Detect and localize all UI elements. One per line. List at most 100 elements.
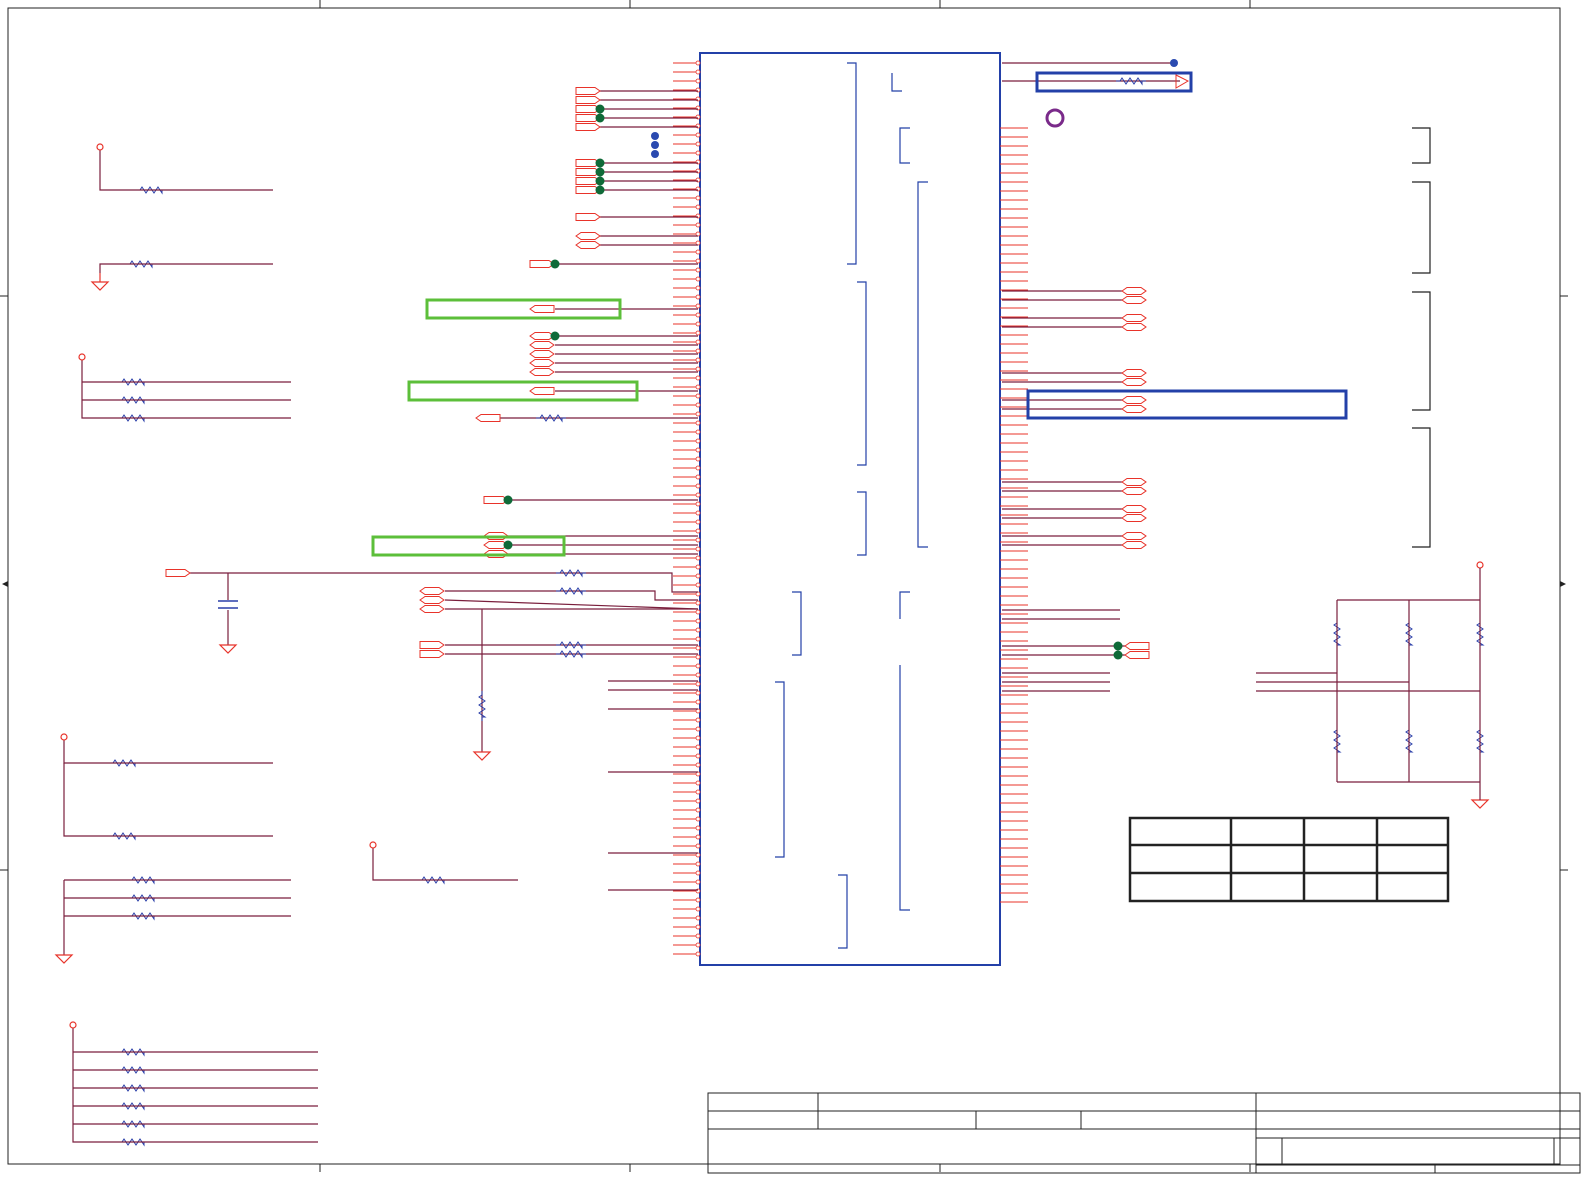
- bidir-connector: [1121, 396, 1147, 404]
- bidir-connector: [575, 232, 601, 240]
- ic-pin-left-node: [695, 663, 701, 669]
- bidir-connector: [529, 332, 555, 340]
- ic-pin-left-node: [695, 807, 701, 813]
- right-bus-brackets: [1412, 127, 1431, 548]
- frame-center-marks: [2, 581, 1566, 587]
- ic-pin-left-node: [695, 825, 701, 831]
- junction-dot: [1113, 641, 1123, 651]
- bidir-connector: [1121, 323, 1147, 331]
- ic-pin-left-node: [695, 546, 701, 552]
- bidir-connector: [529, 350, 555, 358]
- offpage-connector: [475, 414, 501, 422]
- bidir-connector: [1121, 314, 1147, 322]
- ic-pin-left-node: [695, 384, 701, 390]
- ic-pin-left-node: [695, 132, 701, 138]
- ic-pin-left-node: [695, 582, 701, 588]
- ic-pin-left-node: [695, 303, 701, 309]
- ic-pin-left-node: [695, 429, 701, 435]
- schematic-sheet: [0, 0, 1589, 1180]
- ic-pin-left-node: [695, 492, 701, 498]
- junction-dot: [595, 104, 605, 114]
- right-offpage-connectors: [1121, 287, 1150, 659]
- junction-dot: [550, 259, 560, 269]
- bidir-connector: [1121, 369, 1147, 377]
- ic-pin-left-node: [695, 366, 701, 372]
- title-block: [707, 1092, 1581, 1174]
- offpage-connector: [529, 305, 555, 313]
- offpage-connector: [529, 387, 555, 395]
- bidir-connector: [1121, 287, 1147, 295]
- capacitor: [218, 600, 238, 609]
- ic-pin-left-node: [695, 222, 701, 228]
- ic-pin-left-node: [695, 915, 701, 921]
- ic-pin-left-node: [695, 456, 701, 462]
- ic-pin-left-node: [695, 879, 701, 885]
- power-rail-nodes: [60, 143, 1484, 1029]
- ic-pin-left-node: [695, 348, 701, 354]
- offpage-connector: [575, 96, 601, 104]
- resistors-horizontal: [109, 77, 1146, 1147]
- ic-pin-left-node: [695, 681, 701, 687]
- ic-pin-left-node: [695, 735, 701, 741]
- right-nets: [1002, 62, 1180, 692]
- ic-pin-left-node: [695, 726, 701, 732]
- ic-pin-left-node: [695, 537, 701, 543]
- bidir-connector: [1121, 487, 1147, 495]
- ic-pin-left-node: [695, 861, 701, 867]
- offpage-connector: [1124, 651, 1150, 659]
- bidir-connector: [1121, 405, 1147, 413]
- ic-pin-left-node: [695, 267, 701, 273]
- highlight-box-5[interactable]: [1026, 389, 1348, 420]
- ic-pin-left-node: [695, 951, 701, 957]
- ic-pin-left-node: [695, 897, 701, 903]
- highlight-box-4[interactable]: [1035, 71, 1193, 93]
- ic-pin-left-node: [695, 942, 701, 948]
- ic-pin-left-node: [695, 276, 701, 282]
- resistor-network: [1256, 568, 1481, 800]
- ic-pin-left-node: [695, 834, 701, 840]
- ic-pin-left-node: [695, 447, 701, 453]
- junction-dot: [550, 331, 560, 341]
- offpage-connector: [165, 569, 191, 577]
- ic-pin-left-node: [695, 195, 701, 201]
- ic-pin-left-node: [695, 654, 701, 660]
- ic-pin-left-node: [695, 555, 701, 561]
- junction-dot: [595, 176, 605, 186]
- bidir-connector: [419, 587, 445, 595]
- ic-pin-left-node: [695, 789, 701, 795]
- ic-pin-left-node: [695, 573, 701, 579]
- ic-pin-left-node: [695, 141, 701, 147]
- ic-pin-left-node: [695, 564, 701, 570]
- ic-pin-left-node: [695, 393, 701, 399]
- offpage-connector: [529, 260, 555, 268]
- marker-circle[interactable]: [1045, 108, 1065, 128]
- ic-pin-left-node: [695, 258, 701, 264]
- junction-dot: [595, 158, 605, 168]
- ic-pin-left-node: [695, 627, 701, 633]
- ic-pin-left-node: [695, 402, 701, 408]
- left-nets: [190, 90, 699, 891]
- offpage-connector: [419, 641, 445, 649]
- bidir-connector: [1121, 541, 1147, 549]
- ic-pin-left-node: [695, 798, 701, 804]
- junction-dot: [595, 113, 605, 123]
- drawing-frame: [0, 0, 1568, 1172]
- ic-pin-left-node: [695, 501, 701, 507]
- junction-dot: [503, 540, 513, 550]
- bidir-connector: [419, 596, 445, 604]
- left-offpage-connectors: [165, 87, 601, 658]
- offpage-connector: [575, 87, 601, 95]
- ic-pin-left-node: [695, 204, 701, 210]
- ic-pin-left-node: [695, 69, 701, 75]
- ic-pin-left-node: [695, 636, 701, 642]
- resistors-vertical: [478, 619, 1485, 756]
- offpage-connector: [1124, 642, 1150, 650]
- offpage-connector: [575, 123, 601, 131]
- junction-dot: [595, 185, 605, 195]
- ic-pin-left-node: [695, 285, 701, 291]
- ic-pin-left-node: [695, 744, 701, 750]
- main-ic-body[interactable]: [699, 52, 1001, 966]
- ic-pin-left-node: [695, 906, 701, 912]
- highlight-box-3[interactable]: [371, 535, 566, 557]
- callout-table: [1128, 816, 1450, 903]
